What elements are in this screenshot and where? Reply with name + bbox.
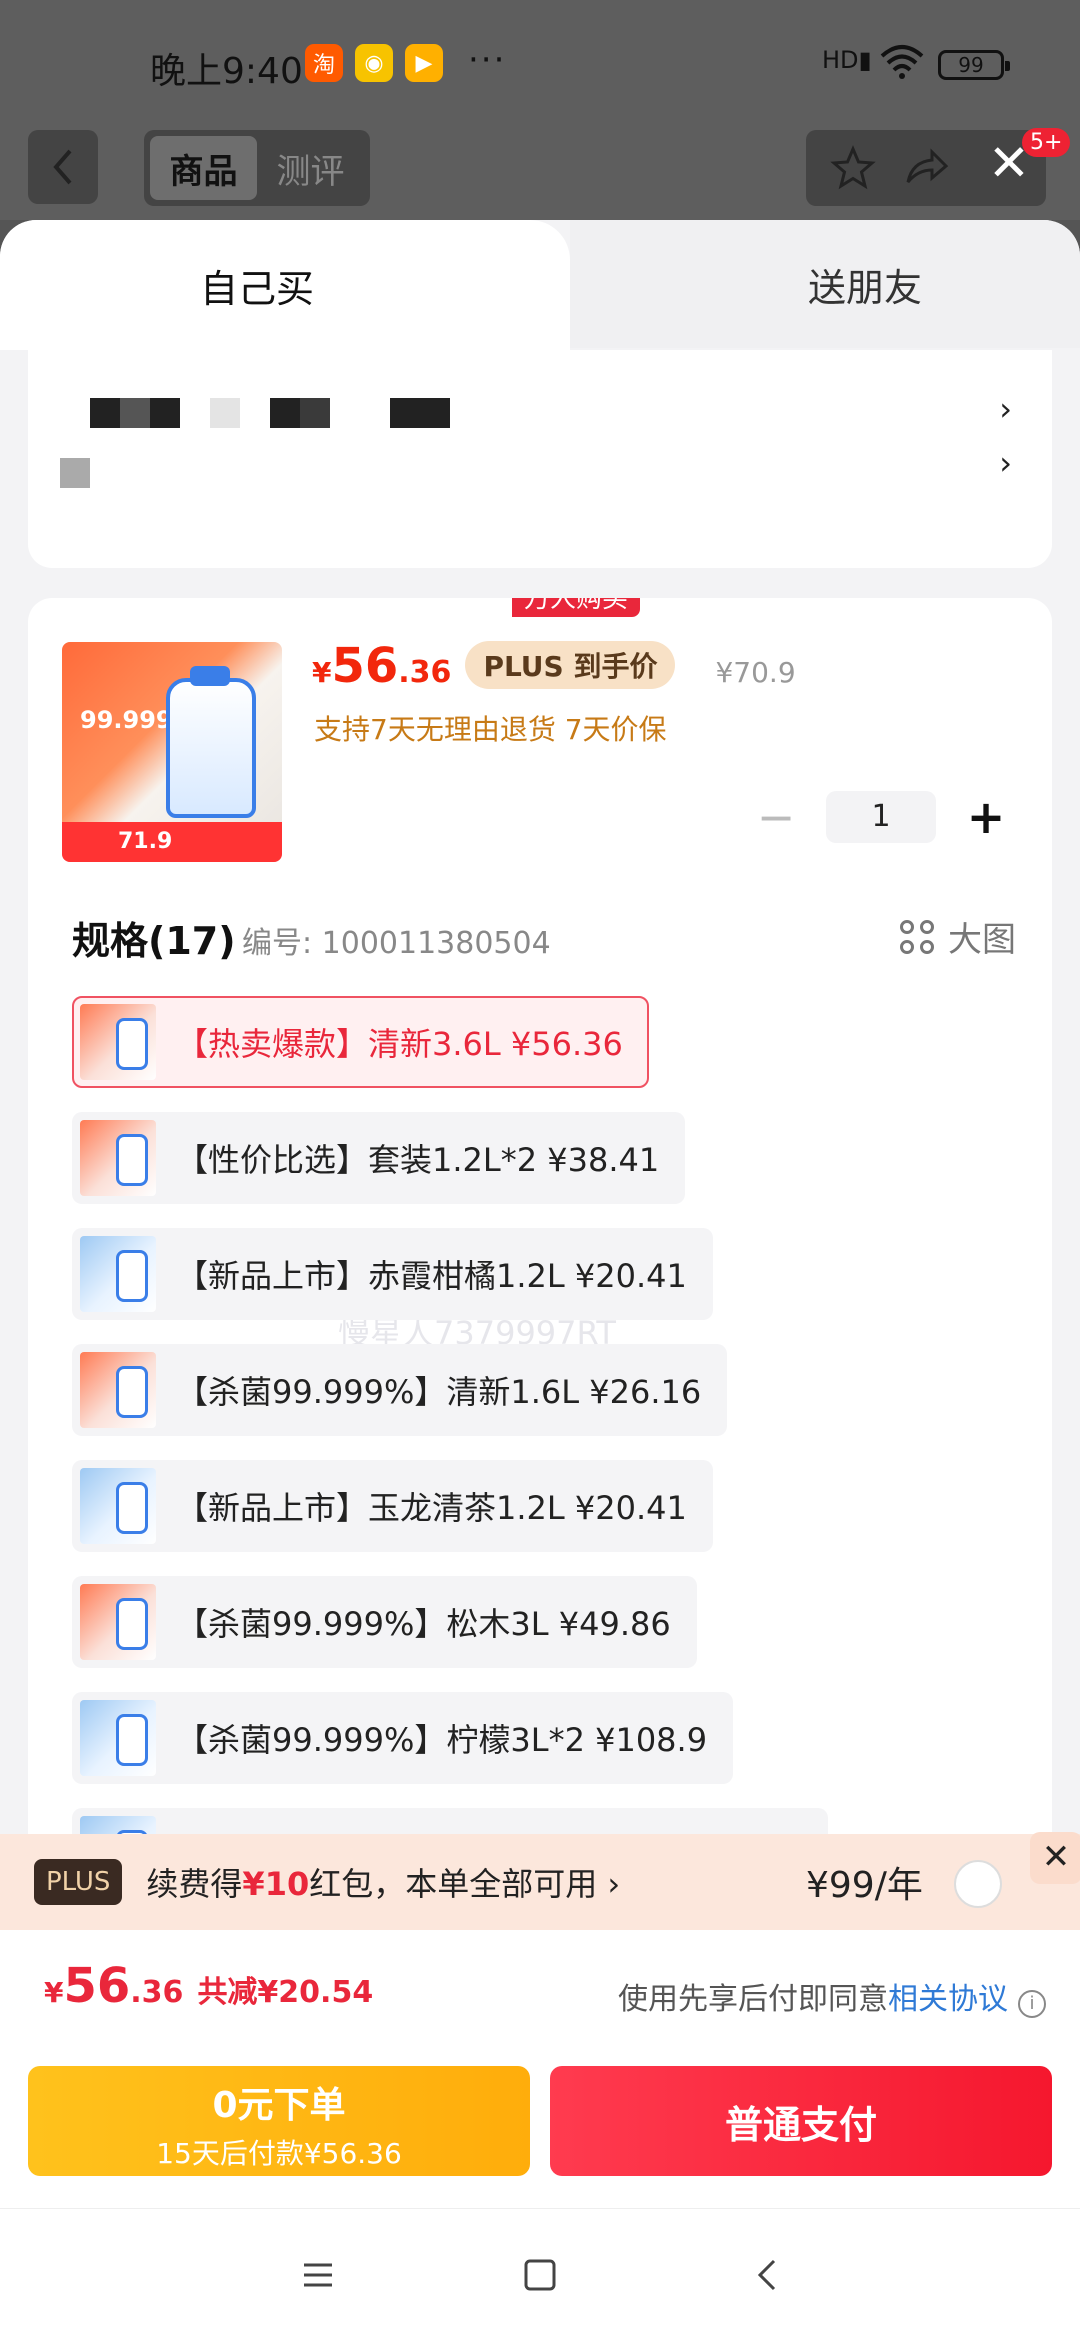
big-view-label: 大图 xyxy=(948,920,1016,960)
chevron-right-icon: › xyxy=(999,390,1012,428)
spec-option[interactable]: 【杀菌99.999%】松木3L ¥49.86 xyxy=(72,1576,697,1668)
hot-tag: 万人购买 xyxy=(512,598,641,617)
option-thumb xyxy=(80,1700,156,1776)
back-button[interactable] xyxy=(28,130,98,204)
pay-later-sublabel: 15天后付款¥56.36 xyxy=(156,2137,402,2170)
spec-option[interactable]: 【热卖爆款】清新3.6L ¥56.36 xyxy=(72,996,649,1088)
system-nav-bar xyxy=(0,2208,1080,2340)
more-notifications-icon: ··· xyxy=(468,40,507,80)
spec-option[interactable]: 【新品上市】玉龙清茶1.2L ¥20.41 xyxy=(72,1460,713,1552)
star-icon[interactable] xyxy=(829,144,877,192)
home-icon[interactable] xyxy=(520,2255,560,2295)
tab-review[interactable]: 测评 xyxy=(257,136,364,200)
option-thumb xyxy=(80,1352,156,1428)
tab-gift-friend[interactable]: 送朋友 xyxy=(570,220,1080,348)
video-app-icon: ▶ xyxy=(405,44,443,82)
wifi-icon xyxy=(880,45,924,79)
plus-price: ¥99/年 xyxy=(806,1865,923,1906)
plus-price-badge: PLUS 到手价 xyxy=(465,641,676,689)
chevron-left-icon xyxy=(53,149,72,185)
spec-option[interactable]: 【性价比选】套装1.2L*2 ¥38.41 xyxy=(72,1112,686,1204)
option-thumb xyxy=(80,1584,156,1660)
plus-offer-text: 续费得¥10红包，本单全部可用 › xyxy=(146,1865,621,1903)
thumb-price: 71.9 xyxy=(62,822,282,862)
signal-icon: HD▮ xyxy=(822,46,872,74)
price: ¥56.36 xyxy=(312,638,452,694)
product-image[interactable]: 99.999% 71.9 xyxy=(62,642,282,862)
spec-title: 规格(17) xyxy=(72,919,236,963)
plus-radio[interactable] xyxy=(954,1860,1002,1908)
info-icon[interactable]: i xyxy=(1018,1990,1046,2018)
agreement-link[interactable]: 相关协议 xyxy=(888,1982,1008,2017)
option-thumb xyxy=(80,1236,156,1312)
total-saving: 共减¥20.54 xyxy=(197,1975,374,2010)
chevron-right-icon: › xyxy=(999,444,1012,482)
back-nav-icon[interactable] xyxy=(748,2255,788,2295)
decrease-button[interactable]: − xyxy=(746,790,806,844)
weibo-icon: ◉ xyxy=(355,44,393,82)
notification-badge: 5+ xyxy=(1022,128,1071,157)
product-card: 99.999% 71.9 ¥56.36 PLUS 到手价 ¥70.9 支持7天无… xyxy=(28,598,1052,1922)
checkout-buttons: 0元下单 15天后付款¥56.36 普通支付 xyxy=(0,2058,1080,2208)
option-thumb xyxy=(80,1468,156,1544)
return-policy: 支持7天无理由退货 7天价保 xyxy=(314,713,667,746)
big-view-button[interactable]: 大图 xyxy=(900,912,1016,961)
spec-option[interactable]: 【杀菌99.999%】柠檬3L*2 ¥108.9 xyxy=(72,1692,734,1784)
redacted-block xyxy=(300,398,330,428)
header-tabs: 商品 测评 xyxy=(144,130,370,206)
option-thumb xyxy=(80,1004,156,1080)
address-section[interactable]: › › xyxy=(28,350,1052,568)
price-row: ¥56.36 PLUS 到手价 ¥70.9 xyxy=(312,638,796,695)
redacted-block xyxy=(390,398,450,428)
redacted-block xyxy=(150,398,180,428)
redacted-block xyxy=(210,398,240,428)
purchase-sheet: 送朋友 自己买 › › 99.999% 71.9 ¥56.36 PLUS 到手价… xyxy=(0,220,1080,1922)
status-time: 晚上9:40 xyxy=(150,51,303,92)
pay-later-label: 0元下单 xyxy=(212,2085,346,2126)
plus-logo: PLUS xyxy=(34,1859,123,1905)
normal-pay-button[interactable]: 普通支付 xyxy=(550,2066,1052,2176)
status-bar: 晚上9:40 淘 ◉ ▶ ··· HD▮ 99 xyxy=(0,0,1080,120)
plus-renewal-bar[interactable]: PLUS 续费得¥10红包，本单全部可用 › ¥99/年 ✕ xyxy=(0,1832,1080,1930)
tab-buy-self[interactable]: 自己买 xyxy=(0,220,570,350)
redacted-block xyxy=(120,398,150,428)
spec-number: 编号: 100011380504 xyxy=(242,926,551,961)
agreement-text: 使用先享后付即同意相关协议 i xyxy=(618,1974,1046,2018)
increase-button[interactable]: + xyxy=(956,790,1016,844)
menu-icon[interactable] xyxy=(298,2255,338,2295)
page-header: 商品 测评 ✕ 5+ xyxy=(0,120,1080,220)
redacted-block xyxy=(60,458,90,488)
spec-option[interactable]: 【杀菌99.999%】清新1.6L ¥26.16 xyxy=(72,1344,728,1436)
close-icon[interactable]: ✕ xyxy=(1030,1832,1080,1884)
bottle-image xyxy=(166,666,256,818)
redacted-block xyxy=(270,398,300,428)
pay-later-button[interactable]: 0元下单 15天后付款¥56.36 xyxy=(28,2066,530,2176)
total-price: ¥56.36 共减¥20.54 xyxy=(44,1958,374,2014)
option-thumb xyxy=(80,1120,156,1196)
original-price: ¥70.9 xyxy=(715,656,796,689)
taobao-icon: 淘 xyxy=(305,44,343,82)
total-row: ¥56.36 共减¥20.54 使用先享后付即同意相关协议 i xyxy=(0,1930,1080,2058)
tab-product[interactable]: 商品 xyxy=(150,136,257,200)
spec-option[interactable]: 【新品上市】赤霞柑橘1.2L ¥20.41 xyxy=(72,1228,713,1320)
share-icon[interactable] xyxy=(902,144,950,192)
grid-view-icon xyxy=(900,919,934,954)
quantity-value[interactable]: 1 xyxy=(826,791,936,843)
buy-mode-tabs: 送朋友 自己买 xyxy=(0,220,1080,350)
quantity-stepper: − 1 + xyxy=(746,790,1016,844)
battery-icon: 99 xyxy=(938,50,1010,80)
redacted-block xyxy=(90,398,120,428)
